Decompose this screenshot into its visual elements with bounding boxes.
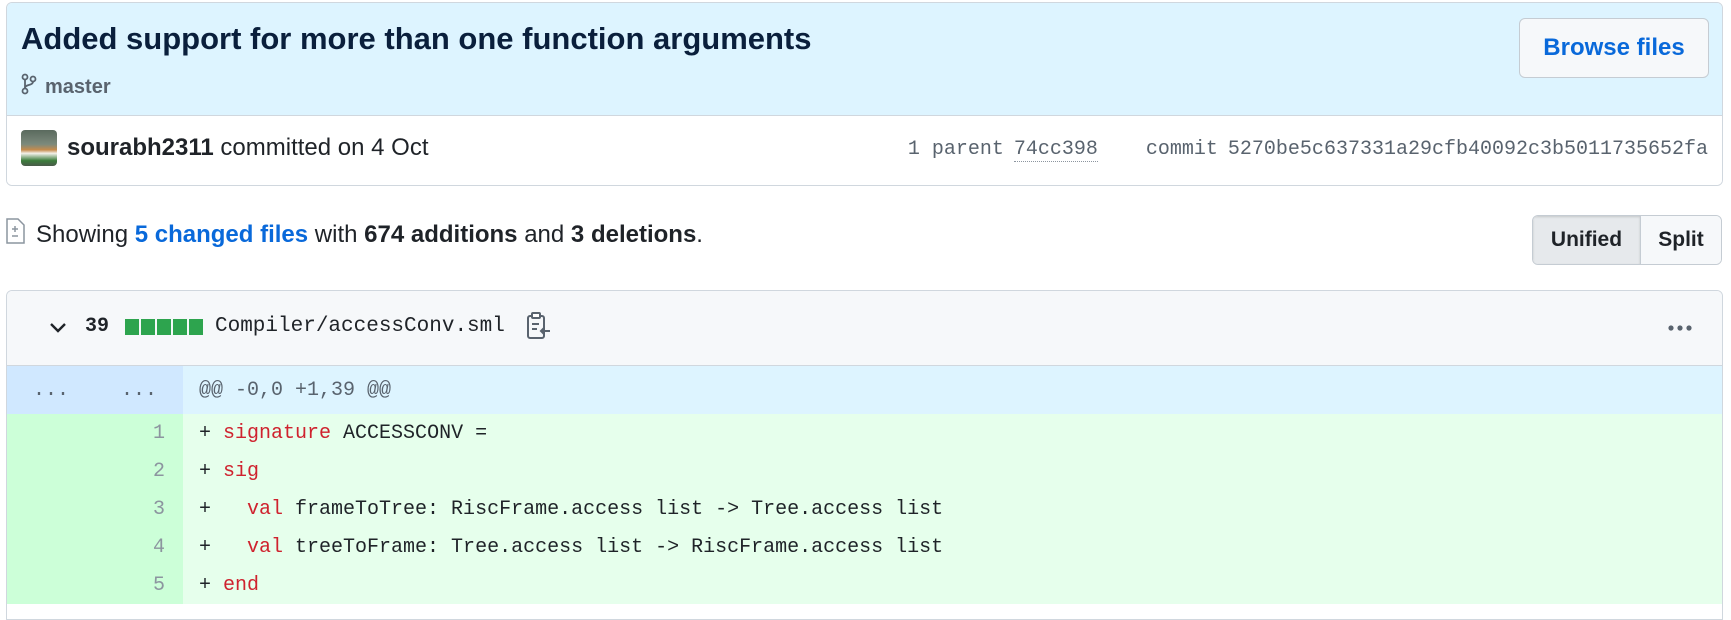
commit-sha: 5270be5c637331a29cfb40092c3b5011735652fa (1227, 138, 1708, 161)
code-keyword: end (223, 573, 260, 597)
additions-count: 674 additions (364, 220, 518, 248)
summary-and: and (524, 220, 565, 248)
copy-path-icon[interactable] (525, 311, 555, 343)
file-diff: 39 Compiler/accessConv.sml ... ... @@ -0… (6, 290, 1723, 620)
file-diff-icon (4, 218, 26, 251)
line-prefix: + (199, 497, 248, 521)
diff-line: 2 + sig (7, 452, 1722, 490)
code-keyword: val (247, 535, 284, 559)
unified-view-button[interactable]: Unified (1533, 216, 1641, 264)
avatar[interactable] (21, 130, 57, 166)
file-change-count: 39 (85, 315, 110, 338)
branch-indicator: master (21, 73, 111, 101)
code-line: + val treeToFrame: Tree.access list -> R… (183, 536, 943, 559)
expand-old-ellipsis[interactable]: ... (7, 366, 95, 414)
changed-files-link[interactable]: 5 changed files (135, 221, 308, 248)
summary-prefix: Showing (36, 220, 129, 248)
diffstat-block (141, 319, 155, 335)
code-keyword: val (247, 497, 284, 521)
commit-title: Added support for more than one function… (21, 21, 812, 56)
commit-header: Added support for more than one function… (6, 2, 1723, 186)
old-line-number (7, 452, 95, 490)
code-line: + end (183, 574, 259, 597)
code-line: + val frameToTree: RiscFrame.access list… (183, 498, 943, 521)
diffstat-block (125, 319, 139, 335)
diff-view-toggle: Unified Split (1532, 215, 1722, 265)
split-view-button[interactable]: Split (1641, 216, 1721, 264)
line-prefix: + (199, 459, 224, 483)
line-prefix: + (199, 573, 224, 597)
new-line-number[interactable]: 1 (95, 414, 183, 452)
diff-line: 3 + val frameToTree: RiscFrame.access lis… (7, 490, 1722, 528)
code-line: + sig (183, 460, 259, 483)
commit-sha-info: 1 parent 74cc398 commit 5270be5c637331a2… (908, 138, 1708, 162)
new-line-number[interactable]: 4 (95, 528, 183, 566)
diffstat-block (189, 319, 203, 335)
more-options-icon[interactable] (1664, 313, 1696, 343)
diff-line: 1 + signature ACCESSCONV = (7, 414, 1722, 452)
hunk-header-row: ... ... @@ -0,0 +1,39 @@ (7, 366, 1722, 414)
chevron-down-icon[interactable] (43, 313, 73, 343)
browse-files-button[interactable]: Browse files (1519, 18, 1709, 78)
hunk-header: @@ -0,0 +1,39 @@ (199, 378, 392, 402)
new-line-number[interactable]: 5 (95, 566, 183, 604)
parent-label: 1 parent (907, 138, 1004, 161)
author-line: sourabh2311 committed on 4 Oct (67, 134, 429, 162)
old-line-number (7, 490, 95, 528)
commit-meta: sourabh2311 committed on 4 Oct 1 parent … (7, 116, 1722, 185)
author-link[interactable]: sourabh2311 (67, 134, 214, 161)
diff-lines: 1 + signature ACCESSCONV = 2 + sig 3 + val fr… (7, 414, 1722, 604)
old-line-number (7, 528, 95, 566)
summary-suffix: . (696, 220, 703, 248)
old-line-number (7, 566, 95, 604)
deletions-count: 3 deletions (570, 220, 697, 248)
code-text: frameToTree: RiscFrame.access list -> Tr… (283, 497, 944, 521)
line-prefix: + (199, 421, 224, 445)
commit-title-bar: Added support for more than one function… (7, 3, 1722, 116)
diff-summary: Showing 5 changed files with 674 additio… (4, 218, 703, 251)
code-keyword: sig (223, 459, 260, 483)
new-line-number[interactable]: 2 (95, 452, 183, 490)
line-prefix: + (199, 535, 248, 559)
code-text: ACCESSCONV = (331, 421, 488, 445)
code-line: + signature ACCESSCONV = (183, 422, 487, 445)
commit-label: commit (1145, 138, 1218, 161)
diff-line: 4 + val treeToFrame: Tree.access list -> … (7, 528, 1722, 566)
branch-name[interactable]: master (45, 76, 111, 99)
diff-line: 5 + end (7, 566, 1722, 604)
diffstat-bar (125, 319, 203, 335)
summary-with: with (314, 220, 358, 248)
new-line-number[interactable]: 3 (95, 490, 183, 528)
git-branch-icon (21, 73, 37, 101)
old-line-number (7, 414, 95, 452)
expand-new-ellipsis[interactable]: ... (95, 366, 183, 414)
parent-sha-link[interactable]: 74cc398 (1013, 138, 1098, 162)
code-keyword: signature (223, 421, 332, 445)
committed-date: committed on 4 Oct (220, 134, 429, 161)
file-header: 39 Compiler/accessConv.sml (7, 291, 1722, 366)
diffstat-block (173, 319, 187, 335)
file-path-link[interactable]: Compiler/accessConv.sml (215, 315, 505, 338)
diffstat-block (157, 319, 171, 335)
code-text: treeToFrame: Tree.access list -> RiscFra… (283, 535, 944, 559)
